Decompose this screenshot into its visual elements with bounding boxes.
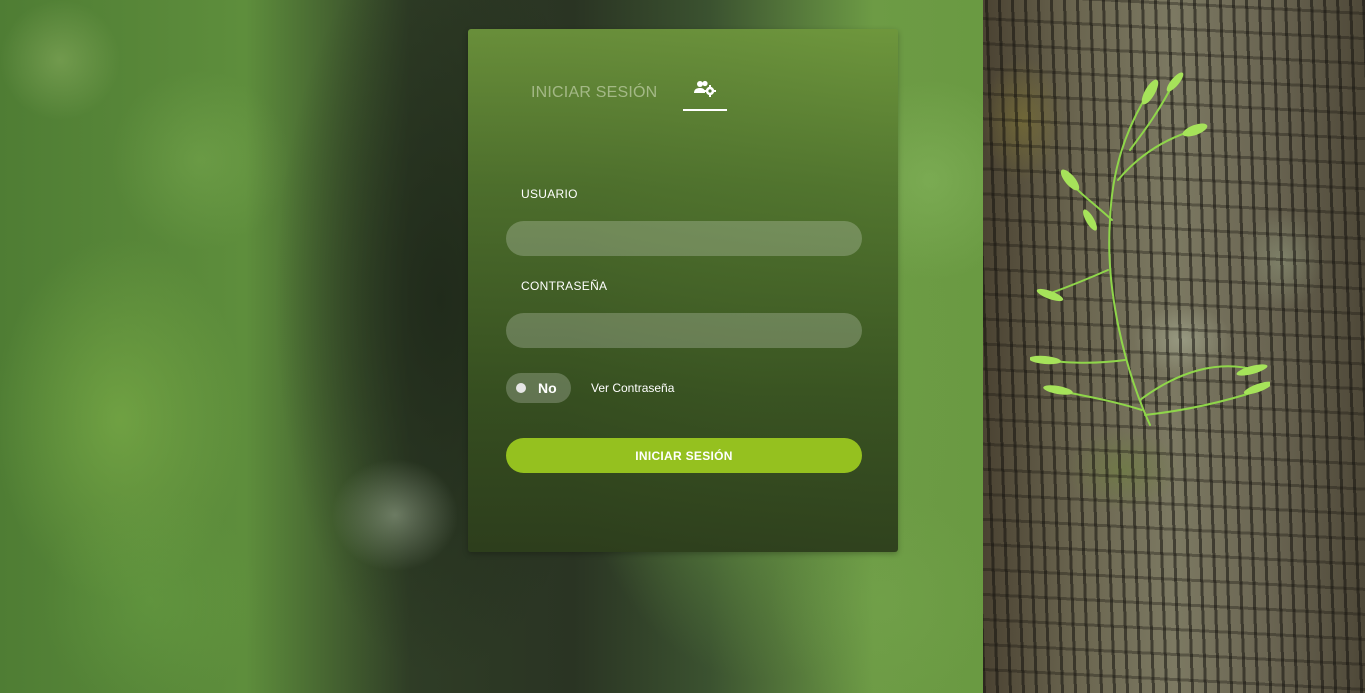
password-input[interactable] (506, 313, 862, 348)
username-input[interactable] (506, 221, 862, 256)
login-card: INICIAR SESIÓN USUARIO CONTRASEÑA No Ver… (468, 29, 898, 552)
username-label: USUARIO (521, 187, 578, 201)
tab-login[interactable]: INICIAR SESIÓN (531, 84, 657, 102)
login-button[interactable]: INICIAR SESIÓN (506, 438, 862, 473)
show-password-label: Ver Contraseña (591, 381, 675, 395)
tab-active-underline (683, 109, 727, 111)
tab-users[interactable] (683, 73, 727, 111)
sprout-decoration (1030, 72, 1270, 426)
password-label: CONTRASEÑA (521, 279, 608, 293)
login-page: INICIAR SESIÓN USUARIO CONTRASEÑA No Ver… (0, 0, 1365, 693)
toggle-knob (516, 383, 526, 393)
show-password-toggle[interactable]: No (506, 373, 571, 403)
toggle-state-text: No (538, 380, 557, 396)
tab-bar: INICIAR SESIÓN (468, 29, 898, 119)
users-gear-icon (694, 80, 716, 97)
